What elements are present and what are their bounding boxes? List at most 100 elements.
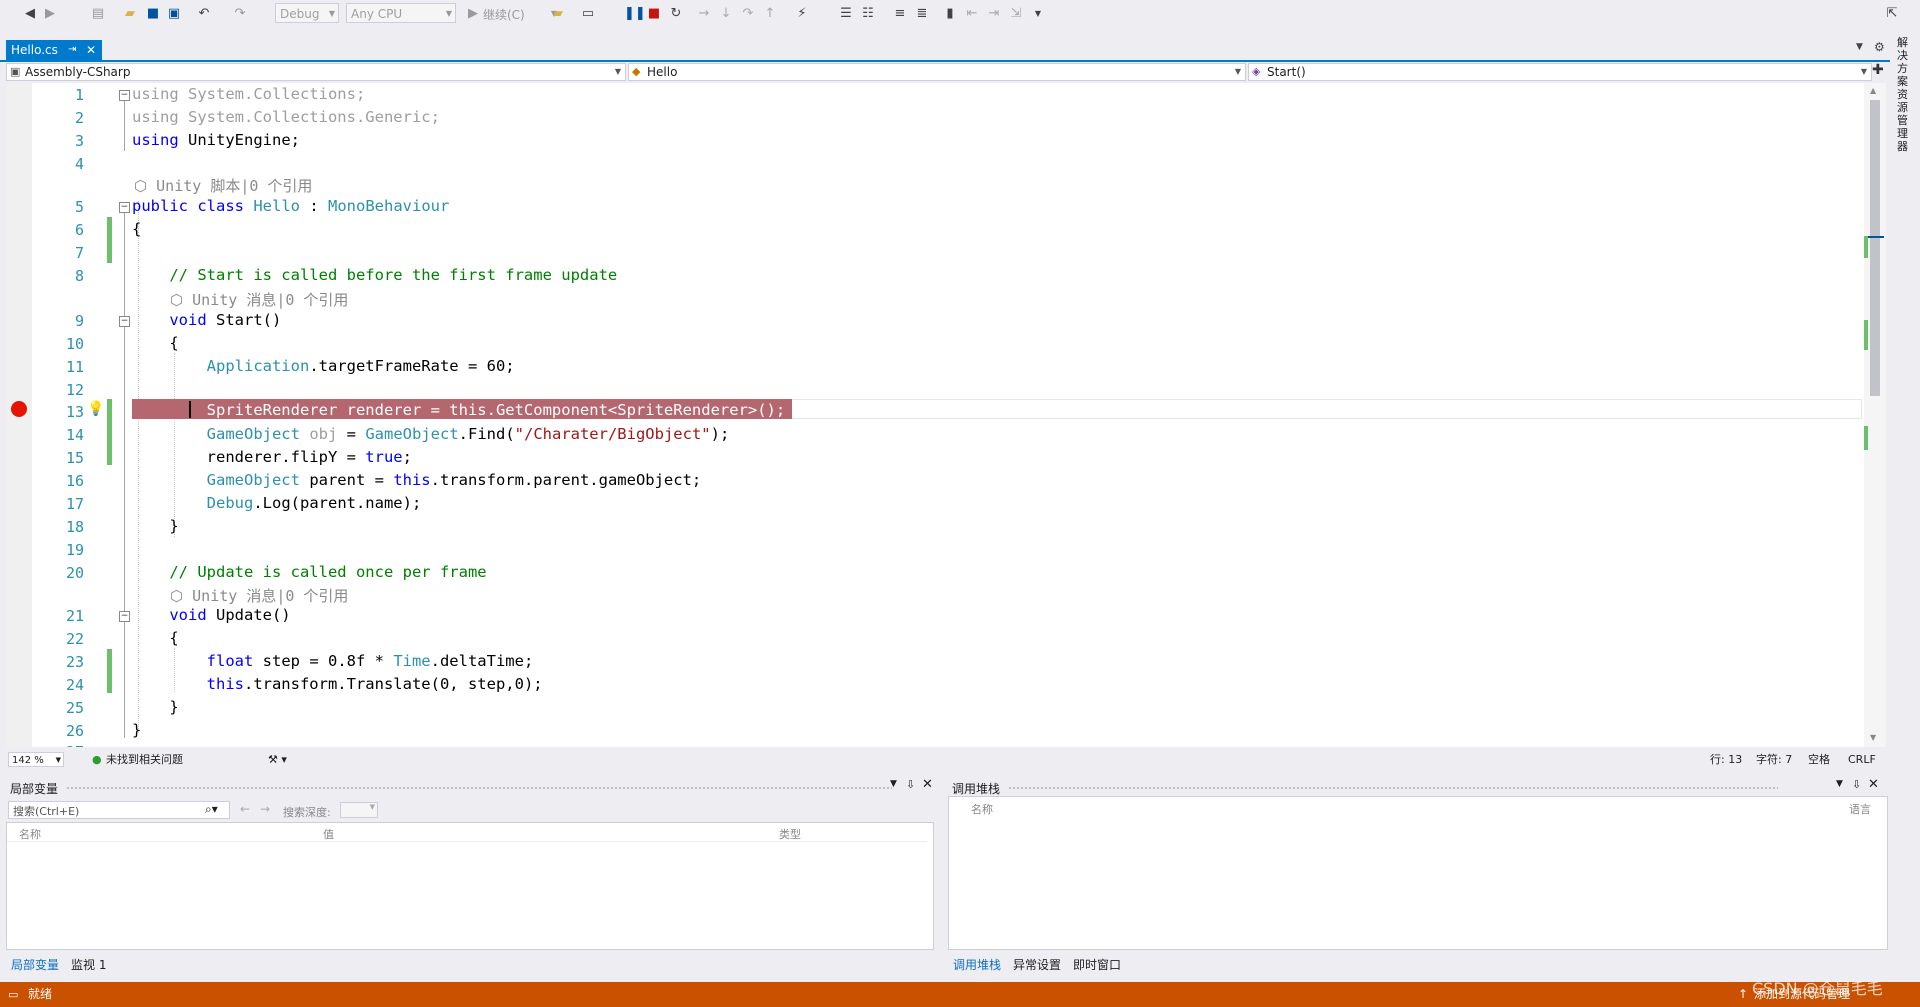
open-folder-icon[interactable]: ▰ — [122, 6, 138, 22]
code-lens-update[interactable]: ⬡ Unity 消息|0 个引用 — [170, 585, 348, 606]
save-icon[interactable]: ■ — [145, 6, 161, 22]
csharp-project-icon: ▣ — [10, 65, 21, 78]
undo-icon[interactable]: ↶ — [196, 6, 212, 22]
search-forward-icon[interactable]: → — [260, 802, 270, 816]
step-out-icon[interactable]: ↑ — [762, 6, 778, 22]
search-back-icon[interactable]: ← — [240, 802, 250, 816]
close-tab-icon[interactable]: ✕ — [86, 40, 96, 60]
tab-locals[interactable]: 局部变量 — [11, 956, 59, 973]
class-dropdown[interactable]: ◆ Hello ▼ — [628, 63, 1246, 81]
lightbulb-icon[interactable]: 💡 — [87, 401, 104, 417]
bookmark-icon[interactable]: ▮ — [942, 6, 958, 22]
stop-icon[interactable]: ■ — [646, 6, 662, 22]
upload-icon[interactable]: ↑ — [1738, 982, 1748, 1007]
quick-actions-icon[interactable]: ⚒ ▾ — [268, 750, 287, 770]
col-type[interactable]: 类型 — [779, 826, 801, 842]
member-dropdown[interactable]: ◈ Start() ▼ — [1248, 63, 1872, 81]
continue-button[interactable]: 继续(C) — [483, 6, 525, 23]
platform-select[interactable]: Any CPU ▼ — [346, 3, 456, 23]
code-line-10: { — [132, 334, 179, 352]
zoom-select[interactable]: 142 % ▼ — [8, 752, 64, 767]
continue-icon[interactable]: ▶ — [465, 6, 481, 22]
pin-window-icon[interactable]: ⇩ — [906, 778, 915, 791]
clear-bookmarks-icon[interactable]: ⇲ — [1008, 6, 1024, 22]
vertical-scrollbar[interactable]: ▲ ▼ — [1864, 83, 1886, 747]
pause-icon[interactable]: ❚❚ — [624, 6, 646, 22]
prev-bookmark-icon[interactable]: ⇤ — [964, 6, 980, 22]
code-lens-start[interactable]: ⬡ Unity 消息|0 个引用 — [170, 289, 348, 310]
tab-watch-1[interactable]: 监视 1 — [71, 956, 106, 973]
close-window-icon[interactable]: ✕ — [922, 777, 933, 792]
close-window-icon[interactable]: ✕ — [1868, 777, 1879, 792]
col-value[interactable]: 值 — [323, 826, 334, 842]
format-icon[interactable]: ☷ — [860, 6, 876, 22]
collapse-toggle[interactable]: − — [119, 202, 130, 213]
new-project-icon[interactable]: ▤ — [90, 6, 106, 22]
toolbar-overflow-icon[interactable]: ▼ — [1030, 6, 1046, 22]
col-name[interactable]: 名称 — [19, 826, 41, 842]
uncomment-icon[interactable]: ≣ — [914, 6, 930, 22]
scroll-up-icon[interactable]: ▲ — [1870, 86, 1876, 95]
solution-explorer-tab[interactable]: 解决方案资源管理器 — [1897, 36, 1911, 153]
project-dropdown[interactable]: ▣ Assembly-CSharp ▼ — [6, 63, 626, 81]
save-all-icon[interactable]: ▣ — [166, 6, 182, 22]
redo-icon[interactable]: ↷ — [232, 6, 248, 22]
code-editor[interactable]: 1 2 3 4 5 6 7 8 9 10 11 12 13 14 15 16 1… — [6, 83, 1870, 747]
char-indicator[interactable]: 字符: 7 — [1756, 750, 1792, 770]
window-menu-icon[interactable]: ▼ — [1836, 779, 1843, 789]
status-icon: ▭ — [8, 988, 19, 1001]
restart-icon[interactable]: ↻ — [668, 6, 684, 22]
code-line-23: float step = 0.8f * Time.deltaTime; — [206, 652, 534, 670]
code-lens-class[interactable]: ⬡ Unity 脚本|0 个引用 — [134, 175, 312, 196]
screen-icon[interactable]: ▭ — [580, 6, 596, 22]
locals-window: 局部变量 ▼ ⇩ ✕ 搜索(Ctrl+E) ⌕▾ ← → 搜索深度: ▼ 名称 … — [6, 776, 936, 976]
col-name[interactable]: 名称 — [971, 801, 993, 817]
class-icon: ◆ — [632, 65, 641, 78]
show-next-statement-icon[interactable]: → — [696, 6, 712, 22]
toggle-outline-icon[interactable]: ☰ — [838, 6, 854, 22]
call-stack-grid: 名称 语言 — [948, 796, 1888, 950]
back-icon[interactable]: ◀ — [22, 6, 38, 22]
breakpoint-icon[interactable] — [11, 401, 27, 417]
line-indicator[interactable]: 行: 13 — [1710, 750, 1742, 770]
search-icon[interactable]: ⌕▾ — [205, 802, 218, 817]
hot-reload-icon[interactable]: ⚡ — [794, 6, 810, 22]
indent-indicator[interactable]: 空格 — [1808, 750, 1830, 770]
search-depth-select[interactable]: ▼ — [340, 802, 378, 818]
tab-call-stack[interactable]: 调用堆栈 — [953, 956, 1001, 973]
next-bookmark-icon[interactable]: ⇥ — [986, 6, 1002, 22]
code-line-25: } — [132, 698, 179, 716]
pin-window-icon[interactable]: ⇩ — [1852, 778, 1861, 791]
attach-icon[interactable]: ▰ — [550, 6, 566, 22]
class-label: Hello — [647, 65, 678, 79]
tab-label: Hello.cs — [11, 43, 58, 57]
col-language[interactable]: 语言 — [1849, 801, 1871, 817]
tab-hello-cs[interactable]: Hello.cs ⇥ ✕ — [6, 40, 102, 60]
configuration-value: Debug — [280, 7, 320, 21]
line-number: 19 — [65, 541, 84, 559]
pin-icon[interactable]: ⇥ — [68, 40, 76, 60]
step-over-icon[interactable]: ↷ — [740, 6, 756, 22]
collapse-toggle[interactable]: − — [119, 316, 130, 327]
split-window-icon[interactable]: ✚ — [1872, 62, 1884, 78]
locals-search-input[interactable]: 搜索(Ctrl+E) ⌕▾ — [8, 801, 230, 819]
comment-icon[interactable]: ≡ — [892, 6, 908, 22]
eol-indicator[interactable]: CRLF — [1848, 750, 1876, 770]
collapse-toggle[interactable]: − — [119, 611, 130, 622]
line-number: 24 — [65, 676, 84, 694]
tab-exception-settings[interactable]: 异常设置 — [1013, 956, 1061, 973]
tab-list-icon[interactable]: ▼ — [1856, 42, 1863, 52]
settings-gear-icon[interactable]: ⚙ — [1874, 40, 1885, 54]
tab-immediate-window[interactable]: 即时窗口 — [1073, 956, 1121, 973]
issues-label[interactable]: 未找到相关问题 — [106, 750, 183, 770]
configuration-select[interactable]: Debug ▼ — [275, 3, 339, 23]
window-menu-icon[interactable]: ▼ — [890, 779, 897, 789]
scroll-down-icon[interactable]: ▼ — [1870, 733, 1876, 742]
forward-icon[interactable]: ▶ — [42, 6, 58, 22]
code-line-14: GameObject obj = GameObject.Find("/Chara… — [206, 425, 730, 443]
collapse-toggle[interactable]: − — [119, 90, 130, 101]
step-into-icon[interactable]: ↓ — [718, 6, 734, 22]
live-share-icon[interactable]: ⇱ — [1884, 6, 1900, 22]
line-number: 4 — [74, 155, 84, 173]
scrollbar-thumb[interactable] — [1870, 100, 1880, 396]
